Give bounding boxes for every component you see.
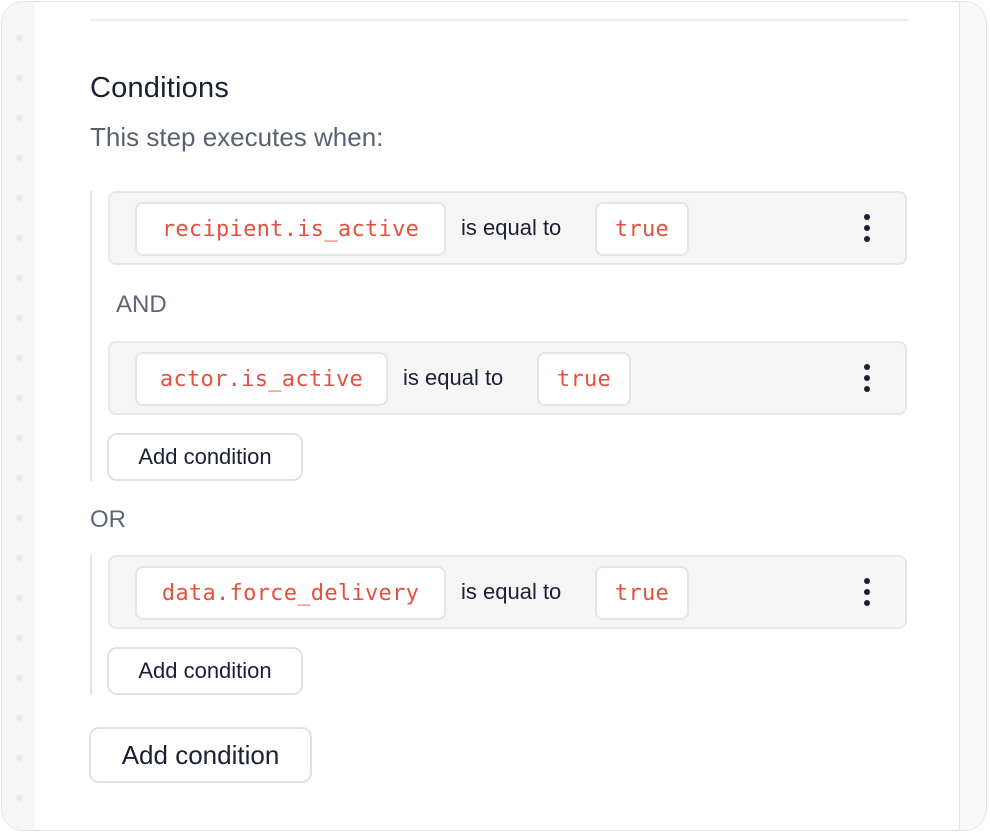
rail-dot [16,194,23,201]
more-vertical-icon[interactable] [857,364,877,392]
rail-dot [16,354,23,361]
rail-dot [16,394,23,401]
rail-dot [16,714,23,721]
rail-dot [16,634,23,641]
rail-dot [16,234,23,241]
variable-field[interactable]: actor.is_active [135,352,388,406]
section-subtitle: This step executes when: [90,122,384,152]
variable-field[interactable]: recipient.is_active [135,202,446,256]
or-joiner: OR [90,506,126,533]
rail-dot [16,314,23,321]
variable-field[interactable]: data.force_delivery [135,566,446,620]
rail-dot [16,74,23,81]
rail-dot [16,154,23,161]
rail-dot [16,114,23,121]
right-rail [959,2,986,830]
value-field[interactable]: true [537,352,631,406]
operator-select[interactable]: is equal to [461,193,561,263]
rail-dot [16,274,23,281]
value-field[interactable]: true [595,566,689,620]
condition-row: data.force_delivery is equal to true [108,555,907,629]
add-condition-button[interactable]: Add condition [107,433,303,481]
rail-dot [16,674,23,681]
more-vertical-icon[interactable] [857,214,877,242]
rail-dot [16,34,23,41]
condition-row: actor.is_active is equal to true [108,341,907,415]
rail-dot [16,554,23,561]
rail-dot [16,794,23,801]
rail-dot [16,514,23,521]
rail-dot [16,434,23,441]
rail-dot [16,474,23,481]
condition-row: recipient.is_active is equal to true [108,191,907,265]
more-vertical-icon[interactable] [857,578,877,606]
section-title: Conditions [90,72,230,104]
rail-dot [16,754,23,761]
operator-select[interactable]: is equal to [461,557,561,627]
rail-dot [16,594,23,601]
add-condition-button[interactable]: Add condition [107,647,303,695]
add-condition-group-button[interactable]: Add condition [89,727,312,783]
group-1-indicator [90,191,92,481]
group-2-indicator [90,555,92,695]
left-rail [2,2,34,830]
value-field[interactable]: true [595,202,689,256]
and-joiner: AND [116,291,167,318]
divider [89,19,908,21]
operator-select[interactable]: is equal to [403,343,503,413]
conditions-panel: Conditions This step executes when: reci… [1,1,987,831]
